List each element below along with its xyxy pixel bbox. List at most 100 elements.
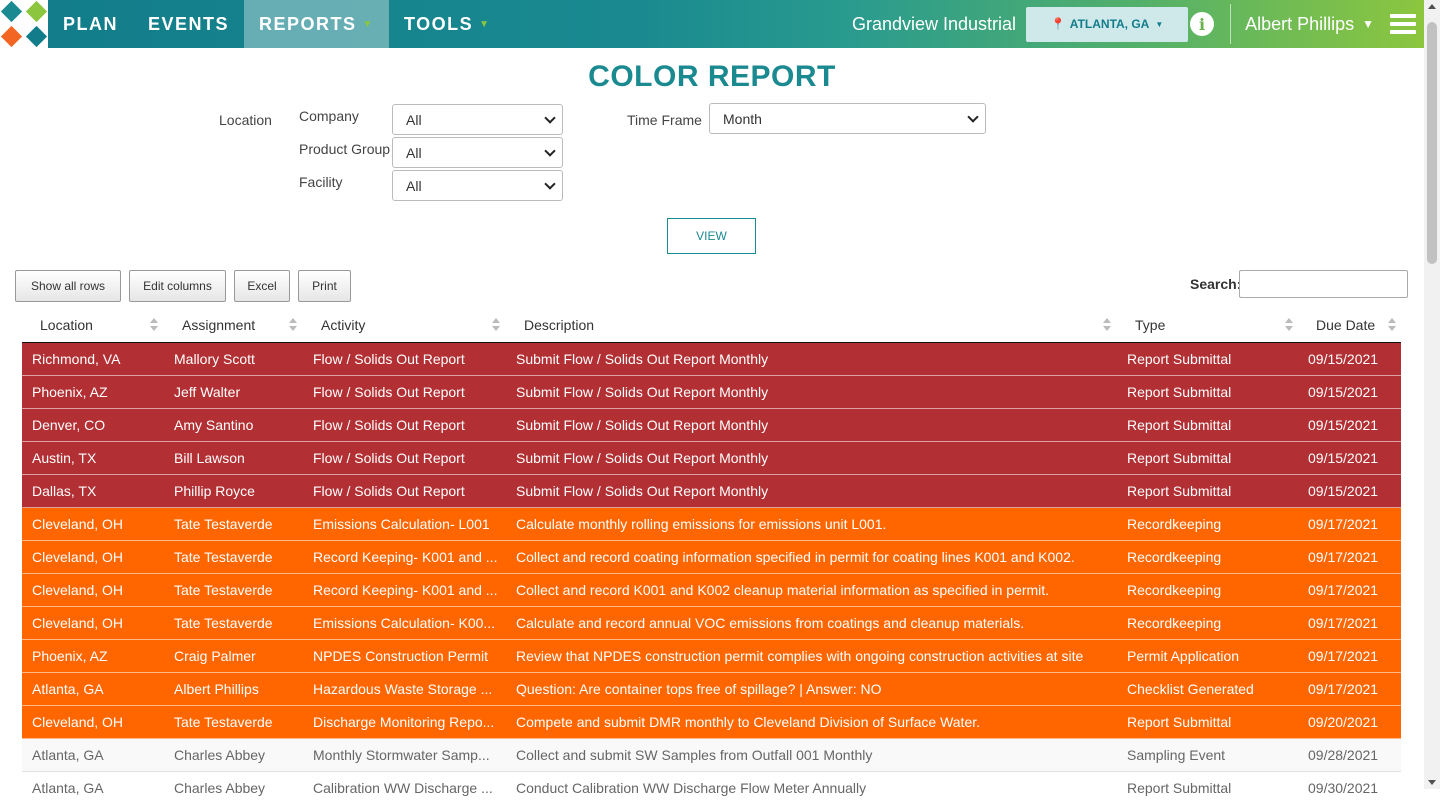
scroll-up-arrow-icon[interactable] (1428, 4, 1436, 9)
top-navbar: PLAN EVENTS REPORTS ▼ TOOLS ▼ Grandview In… (0, 0, 1424, 48)
table-row[interactable]: Cleveland, OH Tate Testaverde Emissions Ca… (22, 607, 1401, 640)
nav-reports[interactable]: REPORTS ▼ (244, 0, 389, 48)
cell-due-date: 09/17/2021 (1308, 582, 1379, 598)
facility-select[interactable]: All (392, 170, 563, 201)
cell-location: Richmond, VA (32, 351, 121, 367)
cell-type: Report Submittal (1127, 714, 1232, 730)
cell-description: Collect and submit SW Samples from Outfa… (516, 747, 873, 763)
company-select[interactable]: All (392, 104, 563, 135)
sort-icon[interactable] (1285, 318, 1293, 334)
scroll-down-arrow-icon[interactable] (1428, 780, 1436, 785)
view-button[interactable]: VIEW (667, 218, 756, 254)
chevron-down-icon: ▼ (362, 18, 374, 30)
chevron-down-icon (544, 112, 556, 124)
nav-reports-label: REPORTS (259, 13, 357, 34)
table-row[interactable]: Denver, CO Amy Santino Flow / Solids Out R… (22, 409, 1401, 442)
table-row[interactable]: Phoenix, AZ Craig Palmer NPDES Constructio… (22, 640, 1401, 673)
cell-assignment: Craig Palmer (174, 648, 256, 664)
facility-select-value: All (406, 177, 422, 194)
table-row[interactable]: Cleveland, OH Tate Testaverde Discharge Mo… (22, 706, 1401, 739)
sort-icon[interactable] (1103, 318, 1111, 334)
cell-activity: Flow / Solids Out Report (313, 417, 465, 433)
excel-button[interactable]: Excel (234, 270, 290, 302)
cell-due-date: 09/17/2021 (1308, 549, 1379, 565)
column-header-location[interactable]: Location (40, 317, 93, 333)
search-label: Search: (1190, 276, 1242, 292)
sort-icon[interactable] (289, 318, 297, 334)
column-header-description[interactable]: Description (524, 317, 594, 333)
time-frame-select[interactable]: Month (709, 103, 986, 134)
cell-activity: Monthly Stormwater Samp... (313, 747, 490, 763)
column-header-due-date[interactable]: Due Date (1316, 317, 1375, 333)
column-header-type[interactable]: Type (1135, 317, 1165, 333)
table-row[interactable]: Cleveland, OH Tate Testaverde Record Keepi… (22, 574, 1401, 607)
table-row[interactable]: Richmond, VA Mallory Scott Flow / Solids O… (22, 343, 1401, 376)
nav-events-label: EVENTS (148, 13, 230, 34)
cell-type: Report Submittal (1127, 417, 1232, 433)
cell-location: Phoenix, AZ (32, 384, 108, 400)
chevron-down-icon (544, 145, 556, 157)
cell-due-date: 09/15/2021 (1308, 351, 1379, 367)
cell-location: Cleveland, OH (32, 549, 124, 565)
location-dropdown-button[interactable]: 📍 ATLANTA, GA ▼ (1026, 6, 1189, 42)
cell-due-date: 09/17/2021 (1308, 615, 1379, 631)
cell-description: Submit Flow / Solids Out Report Monthly (516, 450, 769, 466)
time-frame-select-value: Month (723, 110, 762, 127)
facility-label: Facility (299, 174, 343, 190)
chevron-down-icon: ▼ (479, 18, 491, 30)
cell-due-date: 09/20/2021 (1308, 714, 1379, 730)
product-group-select[interactable]: All (392, 137, 563, 168)
cell-description: Conduct Calibration WW Discharge Flow Me… (516, 780, 867, 796)
nav-plan-label: PLAN (63, 13, 118, 34)
print-button[interactable]: Print (298, 270, 351, 302)
column-header-activity[interactable]: Activity (321, 317, 365, 333)
location-label: Location (219, 112, 272, 128)
edit-columns-button[interactable]: Edit columns (129, 270, 226, 302)
sort-icon[interactable] (492, 318, 500, 334)
page-scrollbar[interactable] (1424, 0, 1440, 789)
table-row[interactable]: Austin, TX Bill Lawson Flow / Solids Out R… (22, 442, 1401, 475)
chevron-down-icon: ▼ (1362, 17, 1374, 31)
app-logo[interactable] (0, 0, 48, 48)
cell-due-date: 09/17/2021 (1308, 681, 1379, 697)
nav-events[interactable]: EVENTS (133, 0, 244, 48)
cell-description: Submit Flow / Solids Out Report Monthly (516, 351, 769, 367)
cell-due-date: 09/15/2021 (1308, 417, 1379, 433)
cell-assignment: Jeff Walter (174, 384, 241, 400)
cell-due-date: 09/15/2021 (1308, 384, 1379, 400)
cell-activity: Flow / Solids Out Report (313, 450, 465, 466)
hamburger-menu-icon[interactable] (1390, 10, 1416, 38)
user-menu[interactable]: Albert Phillips ▼ (1245, 14, 1374, 35)
column-header-assignment[interactable]: Assignment (182, 317, 255, 333)
search-input[interactable] (1239, 270, 1408, 298)
cell-location: Dallas, TX (32, 483, 97, 499)
cell-activity: Discharge Monitoring Repo... (313, 714, 495, 730)
nav-divider (1230, 4, 1232, 44)
nav-plan[interactable]: PLAN (48, 0, 133, 48)
sort-icon[interactable] (1388, 318, 1396, 334)
logo-shape (0, 25, 23, 48)
company-label: Company (299, 108, 359, 124)
nav-tools[interactable]: TOOLS ▼ (389, 0, 506, 48)
info-icon[interactable]: i (1190, 12, 1215, 36)
show-all-rows-button[interactable]: Show all rows (15, 270, 121, 302)
nav-tools-label: TOOLS (403, 13, 474, 34)
map-pin-icon: 📍 (1050, 17, 1066, 31)
table-row[interactable]: Cleveland, OH Tate Testaverde Emissions Ca… (22, 508, 1401, 541)
table-row[interactable]: Cleveland, OH Tate Testaverde Record Keepi… (22, 541, 1401, 574)
table-row[interactable]: Phoenix, AZ Jeff Walter Flow / Solids Out … (22, 376, 1401, 409)
scrollbar-thumb[interactable] (1427, 22, 1437, 264)
cell-description: Calculate monthly rolling emissions for … (516, 516, 887, 532)
cell-due-date: 09/17/2021 (1308, 516, 1379, 532)
table-row[interactable]: Atlanta, GA Albert Phillips Hazardous Wast… (22, 673, 1401, 706)
cell-due-date: 09/30/2021 (1308, 780, 1379, 796)
cell-type: Report Submittal (1127, 483, 1232, 499)
cell-assignment: Phillip Royce (174, 483, 255, 499)
cell-description: Calculate and record annual VOC emission… (516, 615, 1025, 631)
table-row[interactable]: Atlanta, GA Charles Abbey Monthly Stormwat… (22, 739, 1401, 772)
cell-location: Atlanta, GA (32, 780, 104, 796)
table-row[interactable]: Dallas, TX Phillip Royce Flow / Solids Out… (22, 475, 1401, 508)
sort-icon[interactable] (150, 318, 158, 334)
cell-activity: Record Keeping- K001 and ... (313, 582, 498, 598)
cell-activity: Emissions Calculation- L001 (313, 516, 490, 532)
